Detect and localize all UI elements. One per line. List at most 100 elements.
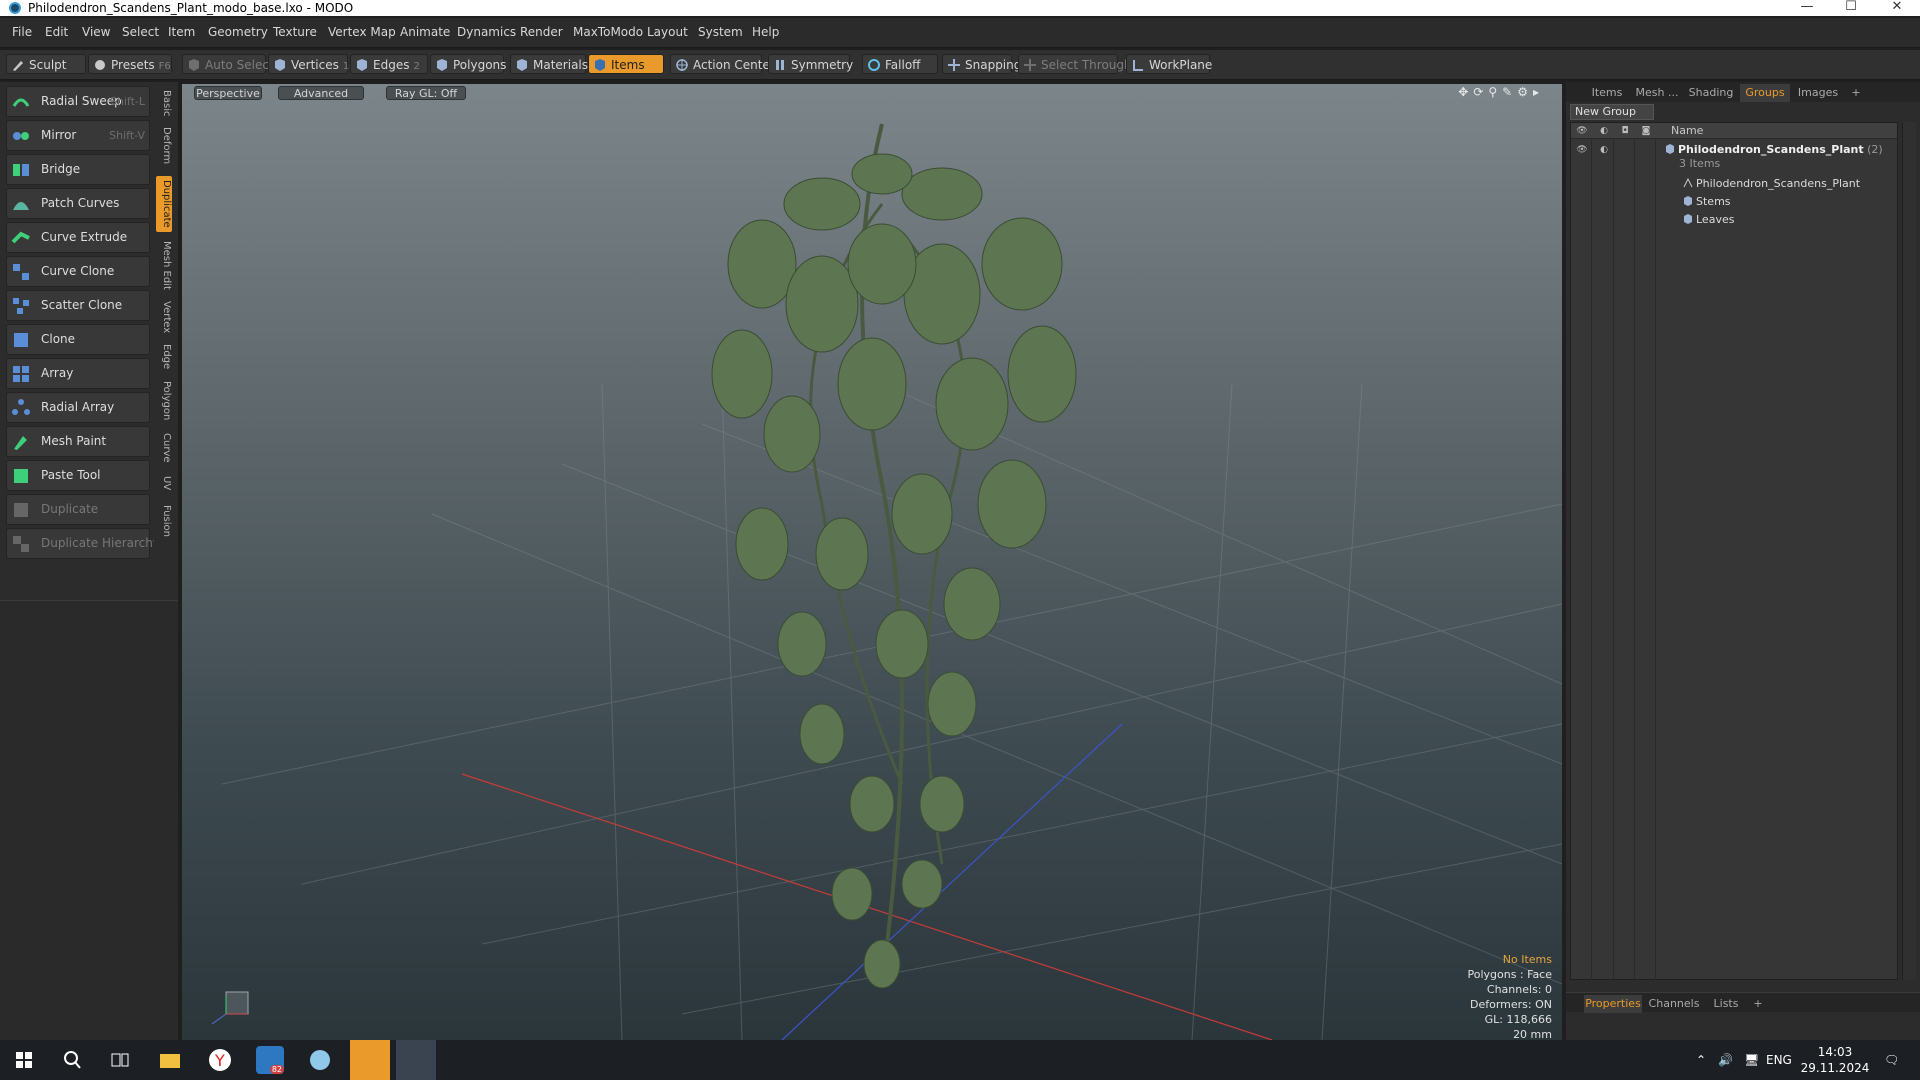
column-divider — [1655, 139, 1656, 981]
3d-viewport[interactable]: Perspective Advanced Ray GL: Off ✥⟳⚲✎⚙▸ … — [182, 84, 1562, 1040]
clock[interactable]: 14:03 29.11.2024 — [1800, 1040, 1870, 1080]
tab-images[interactable]: Images — [1792, 84, 1844, 102]
mirror-button[interactable]: Mirror Shift-V — [6, 120, 150, 151]
tab-curve[interactable]: Curve — [156, 430, 172, 466]
tab-properties[interactable]: Properties — [1584, 995, 1642, 1013]
tab-items[interactable]: Items — [1584, 84, 1630, 102]
scatter-clone-button[interactable]: Scatter Clone — [6, 290, 150, 321]
menu-vertex-map[interactable]: Vertex Map — [328, 25, 396, 39]
tab-fusion[interactable]: Fusion — [156, 502, 172, 540]
patch-curves-button[interactable]: Patch Curves — [6, 188, 150, 219]
language-indicator[interactable]: ENG — [1766, 1040, 1792, 1080]
add-tab-button[interactable]: + — [1846, 84, 1866, 102]
search-icon[interactable] — [58, 1046, 86, 1074]
curve-clone-button[interactable]: Curve Clone — [6, 256, 150, 287]
telegram-icon[interactable]: 82 — [256, 1046, 284, 1074]
tab-groups[interactable]: Groups — [1740, 84, 1790, 102]
child-row-mesh[interactable]: Philodendron_Scandens_Plant — [1683, 177, 1860, 193]
menu-geometry[interactable]: Geometry — [208, 25, 268, 39]
duplicate-button[interactable]: Duplicate — [6, 494, 150, 525]
notifications-icon[interactable]: 🗨 — [1884, 1040, 1899, 1080]
action-center-button[interactable]: Action Center — [670, 54, 775, 74]
polygons-button[interactable]: Polygons — [430, 54, 506, 74]
select-column-icon[interactable]: ◙ — [1639, 124, 1653, 138]
items-button[interactable]: Items — [588, 54, 664, 74]
workplane-button[interactable]: WorkPlane — [1126, 54, 1212, 74]
menu-view[interactable]: View — [82, 25, 110, 39]
bridge-button[interactable]: Bridge — [6, 154, 150, 185]
sculpt-button[interactable]: Sculpt — [6, 54, 86, 74]
presets-button[interactable]: Presets F6 — [88, 54, 172, 74]
lock-column-icon[interactable]: ◘ — [1618, 124, 1632, 138]
duplicate-hierarchy-button[interactable]: Duplicate Hierarchy — [6, 528, 160, 559]
tab-basic[interactable]: Basic — [156, 88, 172, 118]
paste-tool-button[interactable]: Paste Tool — [6, 460, 150, 491]
menu-help[interactable]: Help — [752, 25, 779, 39]
file-explorer-icon[interactable] — [156, 1046, 184, 1074]
render-column-icon[interactable]: ◐ — [1597, 124, 1611, 138]
group-visibility-toggle[interactable]: 👁 — [1575, 143, 1589, 157]
child-row-stems[interactable]: Stems — [1683, 195, 1731, 211]
close-button[interactable]: ✕ — [1874, 0, 1920, 16]
symmetry-button[interactable]: Symmetry — [768, 54, 853, 74]
edges-button[interactable]: Edges 2 — [350, 54, 428, 74]
tab-mesh[interactable]: Mesh ... — [1632, 84, 1682, 102]
menu-select[interactable]: Select — [122, 25, 159, 39]
mesh-paint-button[interactable]: Mesh Paint — [6, 426, 150, 457]
tab-polygon[interactable]: Polygon — [156, 378, 172, 424]
materials-button[interactable]: Materials — [510, 54, 588, 74]
minimize-button[interactable]: — — [1784, 0, 1830, 16]
view-mode-button[interactable]: Perspective — [194, 86, 262, 100]
tray-overflow-icon[interactable]: ⌃ — [1696, 1040, 1706, 1080]
duplicate-icon — [14, 503, 28, 517]
tab-edge[interactable]: Edge — [156, 342, 172, 372]
array-button[interactable]: Array — [6, 358, 150, 389]
shading-mode-button[interactable]: Advanced — [278, 86, 364, 100]
menu-maxtomodo[interactable]: MaxToModo — [573, 25, 643, 39]
network-icon[interactable]: 🖥 — [1744, 1040, 1759, 1080]
child-row-leaves[interactable]: Leaves — [1683, 213, 1734, 229]
new-group-button[interactable]: New Group — [1570, 104, 1654, 120]
task-view-icon[interactable] — [106, 1046, 134, 1074]
radial-array-button[interactable]: Radial Array — [6, 392, 150, 423]
tab-mesh-edit[interactable]: Mesh Edit — [156, 238, 172, 292]
curve-extrude-label: Curve Extrude — [41, 230, 128, 244]
menu-file[interactable]: File — [12, 25, 32, 39]
menu-dynamics[interactable]: Dynamics — [457, 25, 516, 39]
menu-animate[interactable]: Animate — [400, 25, 450, 39]
tab-shading[interactable]: Shading — [1684, 84, 1738, 102]
group-render-toggle[interactable]: ◐ — [1597, 143, 1611, 157]
windows-start-icon[interactable] — [10, 1046, 38, 1074]
visibility-column-icon[interactable]: 👁 — [1575, 124, 1589, 138]
tab-uv[interactable]: UV — [156, 472, 172, 494]
paint-app-icon[interactable] — [306, 1046, 334, 1074]
modo-taskbar-icon[interactable] — [396, 1040, 436, 1080]
menu-system[interactable]: System — [698, 25, 743, 39]
add-bottom-tab-button[interactable]: + — [1748, 995, 1768, 1013]
viewport-nav-icons[interactable]: ✥⟳⚲✎⚙▸ — [1458, 85, 1544, 99]
3dsmax-taskbar-icon[interactable] — [350, 1040, 390, 1080]
tab-lists[interactable]: Lists — [1706, 995, 1746, 1013]
menu-render[interactable]: Render — [520, 25, 563, 39]
select-through-button[interactable]: Select Through — [1018, 54, 1132, 74]
curve-extrude-button[interactable]: Curve Extrude — [6, 222, 150, 253]
menu-texture[interactable]: Texture — [273, 25, 317, 39]
menu-layout[interactable]: Layout — [647, 25, 688, 39]
groups-scrollbar[interactable] — [1902, 122, 1916, 980]
yandex-browser-icon[interactable]: Y — [206, 1046, 234, 1074]
tab-channels[interactable]: Channels — [1646, 995, 1702, 1013]
falloff-button[interactable]: Falloff — [862, 54, 938, 74]
snapping-button[interactable]: Snapping — [942, 54, 1021, 74]
menu-edit[interactable]: Edit — [45, 25, 68, 39]
vertices-button[interactable]: Vertices 1 — [268, 54, 349, 74]
auto-select-button[interactable]: Auto Select — [182, 54, 274, 74]
volume-icon[interactable]: 🔊 — [1718, 1040, 1733, 1080]
clone-button[interactable]: Clone — [6, 324, 150, 355]
raygl-button[interactable]: Ray GL: Off — [386, 86, 466, 100]
maximize-button[interactable]: ☐ — [1828, 0, 1874, 16]
tab-duplicate[interactable]: Duplicate — [156, 176, 172, 232]
tab-vertex[interactable]: Vertex — [156, 298, 172, 336]
menu-item[interactable]: Item — [168, 25, 195, 39]
tab-deform[interactable]: Deform — [156, 124, 172, 168]
radial-sweep-button[interactable]: Radial Sweep Shift-L — [6, 86, 150, 117]
